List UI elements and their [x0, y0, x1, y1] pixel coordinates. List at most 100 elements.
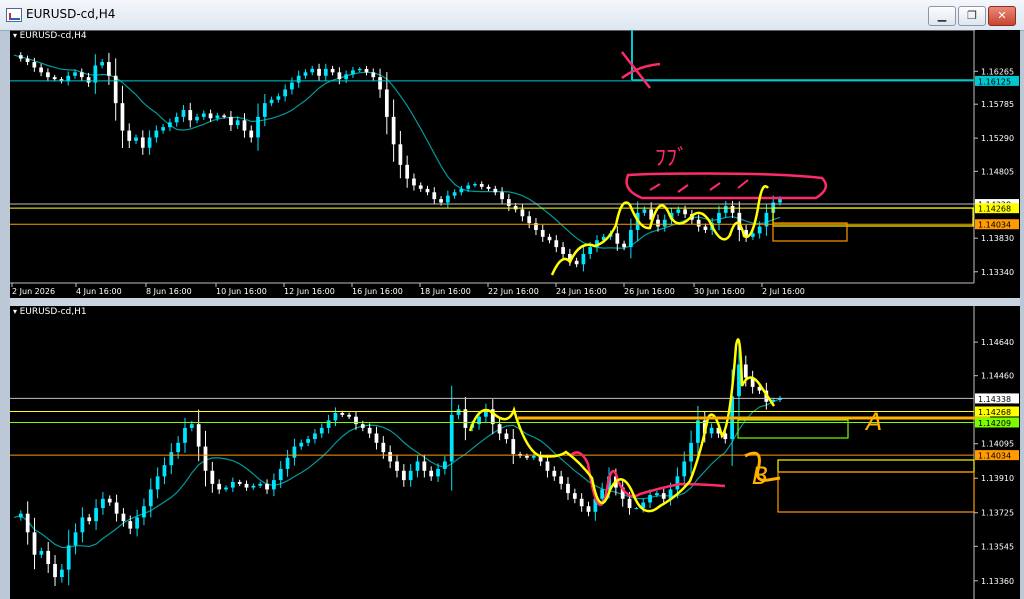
orange-range-box[interactable]	[777, 471, 975, 513]
candle	[552, 466, 557, 481]
candle	[418, 182, 423, 192]
time-tick-label: 10 Jun 16:00	[216, 287, 267, 296]
candle	[80, 507, 85, 543]
yellow-price-badge: 1.14268	[975, 203, 1019, 214]
candle	[737, 201, 742, 242]
price-tick-label: 1.13340	[981, 268, 1014, 277]
price-tick-label: 1.15290	[981, 134, 1014, 143]
candle	[319, 423, 324, 438]
candle	[581, 246, 586, 272]
candle	[154, 125, 159, 143]
yellow-range-box[interactable]	[777, 459, 975, 473]
price-tick-label: 1.14460	[981, 372, 1014, 381]
chart-window-icon	[6, 8, 22, 22]
candle	[317, 63, 321, 81]
candle	[586, 501, 591, 517]
candle	[25, 55, 30, 66]
price-tick-label: 1.13830	[981, 234, 1014, 243]
candle	[147, 130, 152, 155]
candle	[559, 470, 564, 490]
yellow-price-trace-drawing-h1[interactable]	[468, 338, 776, 513]
candle	[18, 52, 23, 62]
time-tick-label: 26 Jun 16:00	[624, 287, 675, 296]
candle	[449, 385, 454, 491]
time-tick-label: 8 Jun 16:00	[146, 287, 192, 296]
candle	[208, 109, 213, 123]
candle	[244, 480, 249, 491]
candle	[135, 509, 139, 537]
candle	[579, 493, 584, 512]
pink-handwritten-note: ﾌﾌﾞ	[655, 146, 688, 171]
candle	[303, 69, 308, 79]
candle	[371, 68, 376, 81]
svg-text:1.16125: 1.16125	[978, 77, 1011, 86]
price-tick-label: 1.13360	[981, 577, 1014, 586]
candle	[249, 125, 254, 143]
candle	[59, 76, 64, 84]
candle	[59, 564, 64, 583]
chart-splitter[interactable]	[10, 298, 1020, 306]
candle	[101, 492, 105, 515]
candle	[168, 118, 172, 132]
candle	[337, 67, 342, 85]
candle	[412, 173, 416, 191]
candle	[107, 495, 112, 506]
minimize-button[interactable]: ▁	[928, 6, 956, 26]
orange-price-badge-h1: 1.14034	[975, 450, 1019, 461]
candle	[306, 435, 310, 447]
candle	[388, 445, 393, 469]
candle	[140, 130, 145, 155]
restore-button[interactable]: ❐	[958, 6, 986, 26]
candle	[401, 464, 406, 487]
candle	[217, 479, 222, 494]
candle	[242, 113, 247, 138]
candle	[497, 417, 502, 441]
candle	[429, 466, 434, 481]
svg-text:1.14268: 1.14268	[978, 408, 1011, 417]
candle	[723, 200, 728, 218]
candle	[490, 399, 495, 435]
candle	[230, 477, 235, 493]
candle	[622, 240, 626, 251]
pink-x-mark-drawing[interactable]	[621, 51, 661, 89]
candle	[94, 499, 98, 531]
candle	[258, 481, 263, 488]
h1-price-chart[interactable]: 1.14640 1.14460 1.14095 1.13910 1.13725 1.135…	[10, 306, 1020, 599]
candle	[615, 226, 620, 251]
price-tick-label: 1.13545	[981, 542, 1014, 551]
candle	[484, 403, 488, 423]
candle	[703, 223, 708, 233]
candle	[162, 457, 167, 485]
time-tick-label: 2 Jun 2026	[12, 287, 55, 296]
candle	[398, 130, 403, 179]
h1-chart-canvas: 1.14640 1.14460 1.14095 1.13910 1.13725 1.135…	[10, 306, 1019, 599]
close-button[interactable]: ✕	[988, 6, 1016, 26]
candle	[511, 429, 516, 465]
candle	[276, 93, 281, 103]
time-tick-label: 12 Jun 16:00	[284, 287, 335, 296]
candle	[120, 85, 125, 149]
candle	[415, 454, 420, 478]
candle	[224, 485, 228, 492]
candle	[574, 257, 579, 268]
candle	[169, 443, 174, 475]
annotation-b-label: B	[752, 462, 768, 490]
price-tick-label: 1.14805	[981, 167, 1014, 176]
candle	[493, 185, 498, 196]
candle	[463, 396, 468, 441]
candle	[682, 451, 687, 487]
candle	[459, 185, 464, 196]
candle	[709, 423, 714, 438]
h4-price-chart[interactable]: 1.162651.157851.152901.148051.143281.138…	[10, 30, 1020, 298]
candle	[572, 488, 577, 504]
candle	[683, 205, 687, 219]
candle	[538, 451, 543, 466]
price-tick-label: 1.13910	[981, 474, 1014, 483]
candle	[66, 529, 71, 586]
candle	[203, 430, 208, 487]
candle	[73, 523, 78, 555]
candle	[181, 104, 186, 122]
time-tick-label: 24 Jun 16:00	[556, 287, 607, 296]
candle	[235, 116, 240, 129]
candle	[425, 185, 430, 196]
